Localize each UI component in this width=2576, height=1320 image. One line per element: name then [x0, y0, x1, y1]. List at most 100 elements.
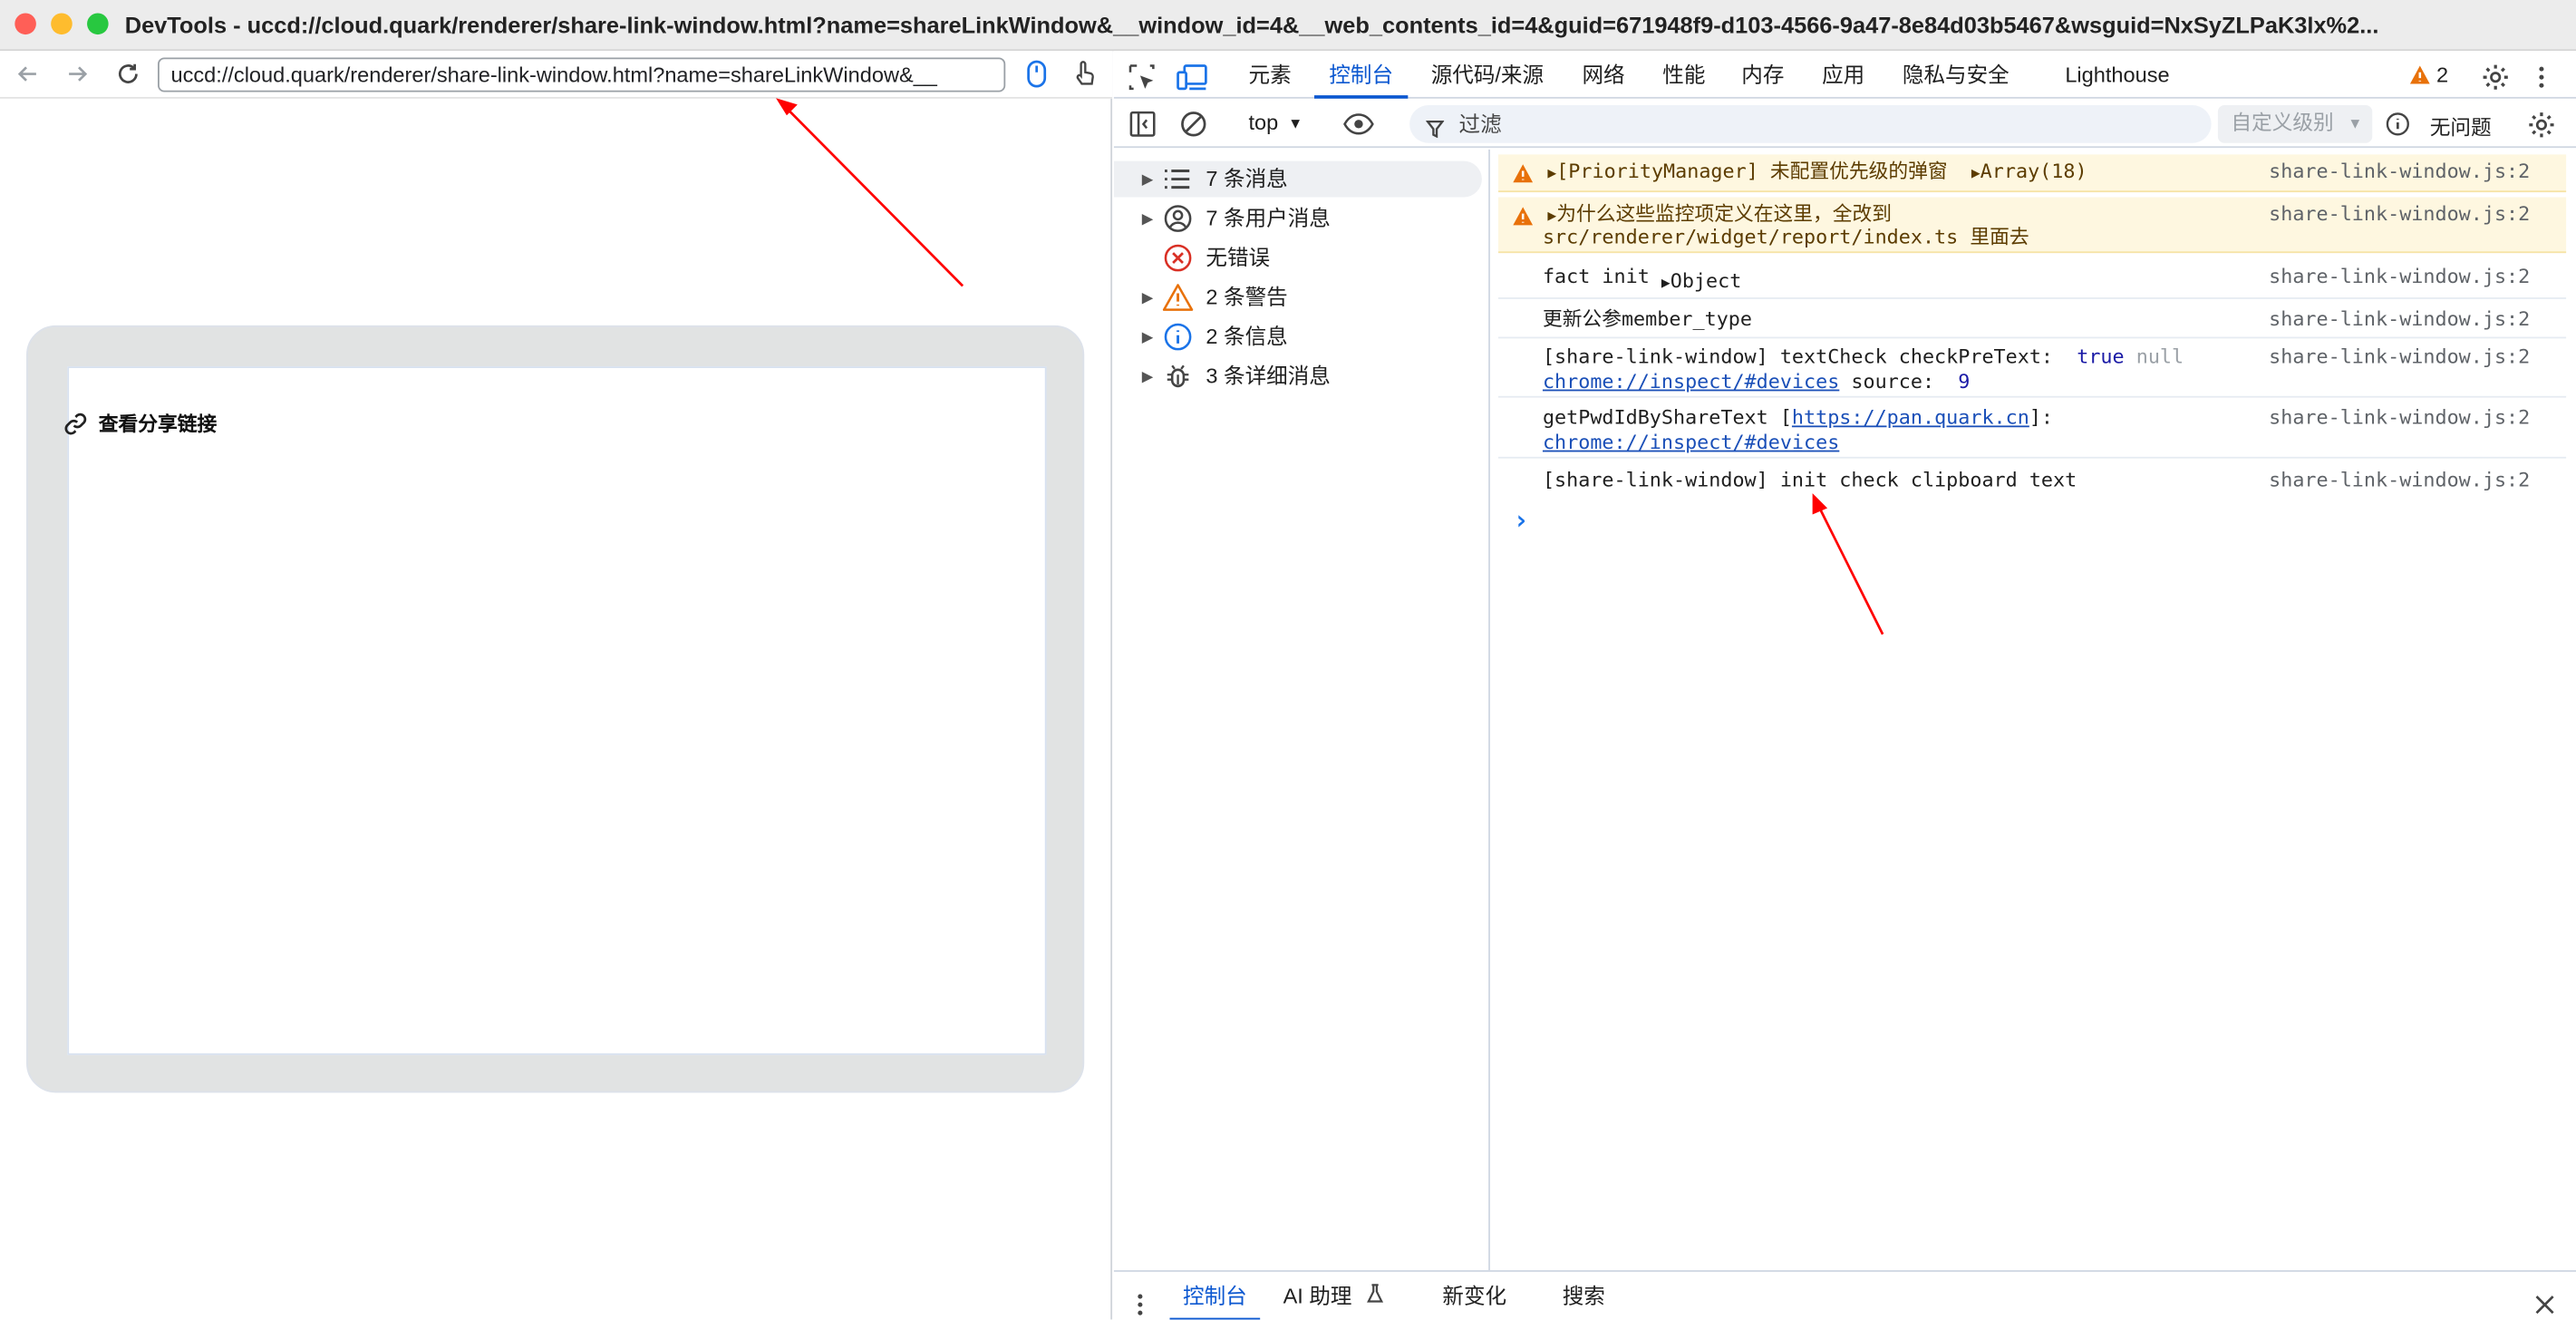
expand-arrow-icon[interactable]: ▶ [1142, 279, 1154, 315]
console-message-warning[interactable]: ▶[PriorityManager] 未配置优先级的弹窗 ▶Array(18) … [1498, 154, 2567, 193]
drawer-menu-button[interactable] [1137, 1285, 1143, 1315]
reload-icon [119, 63, 138, 83]
drawer-tab-search[interactable]: 搜索 [1563, 1272, 1605, 1320]
drawer-tab-console[interactable]: 控制台 [1169, 1272, 1261, 1320]
console-message-log[interactable]: [share-link-window] init check clipboard… [1498, 463, 2566, 500]
message-arg[interactable]: Array(18) [1980, 160, 2087, 182]
share-link-heading[interactable]: 查看分享链接 [63, 409, 217, 437]
warning-icon [2409, 65, 2430, 84]
message-value: null [2135, 345, 2184, 368]
drawer-tab-ai-assistant[interactable]: AI 助理 [1283, 1272, 1385, 1320]
tab-memory[interactable]: 内存 [1741, 51, 1784, 99]
message-source-link[interactable]: share-link-window.js:2 [2269, 202, 2530, 225]
message-text: fact init [1542, 264, 1650, 288]
console-message-log[interactable]: getPwdIdByShareText [https://pan.quark.c… [1498, 401, 2567, 459]
expand-arrow-icon[interactable]: ▶ [1142, 161, 1154, 198]
message-text: ]: [2029, 405, 2054, 430]
message-text: 为什么这些监控项定义在这里，全改到 [1556, 201, 1892, 226]
clear-console-button[interactable] [1179, 110, 1207, 146]
touch-mode-button[interactable] [1066, 56, 1102, 92]
device-toolbar-button[interactable] [1177, 61, 1209, 91]
message-source-link[interactable]: share-link-window.js:2 [2269, 345, 2530, 368]
tab-console[interactable]: 控制台 [1314, 51, 1409, 99]
close-drawer-button[interactable] [2533, 1285, 2556, 1315]
drawer-tab-label: AI 助理 [1283, 1283, 1352, 1308]
sidebar-toggle-icon [1129, 111, 1156, 137]
context-selector[interactable]: top ▼ [1249, 110, 1303, 134]
message-text: getPwdIdByShareText [ [1542, 405, 1792, 430]
show-sidebar-button[interactable] [1128, 110, 1157, 146]
console-message-log[interactable]: 更新公参member_type share-link-window.js:2 [1498, 303, 2567, 339]
inspect-element-button[interactable] [1127, 61, 1157, 91]
filter-input[interactable]: 过滤 [1409, 105, 2212, 143]
console-message-log[interactable]: fact init ▶Object share-link-window.js:2 [1498, 259, 2567, 299]
tab-sources[interactable]: 源代码/来源 [1431, 51, 1544, 99]
sidebar-item-user-messages[interactable]: ▶ 7 条用户消息 [1114, 200, 1482, 237]
sidebar-item-verbose[interactable]: ▶ 3 条详细消息 [1114, 358, 1482, 394]
message-text: [share-link-window] textCheck checkPreTe… [1542, 345, 2054, 368]
issues-label[interactable]: 无问题 [2430, 110, 2492, 141]
message-source-link[interactable]: share-link-window.js:2 [2269, 265, 2530, 287]
gear-icon [2483, 64, 2508, 90]
tab-application[interactable]: 应用 [1822, 51, 1864, 99]
message-link[interactable]: chrome://inspect/#devices [1543, 370, 1839, 393]
message-text: 更新公参member_type [1542, 306, 1753, 331]
log-level-select[interactable]: 自定义级别 ▼ [2217, 105, 2373, 143]
url-input[interactable]: uccd://cloud.quark/renderer/share-link-w… [158, 57, 1006, 92]
console-settings-button[interactable] [2527, 110, 2557, 148]
sidebar-item-errors[interactable]: 无错误 [1114, 240, 1482, 277]
sidebar-item-label: 3 条详细消息 [1206, 363, 1331, 388]
tab-network[interactable]: 网络 [1582, 51, 1624, 99]
vertical-dots-icon [1138, 1294, 1143, 1315]
screen: DevTools - uccd://cloud.quark/renderer/s… [0, 0, 2576, 1320]
page-toolbar: uccd://cloud.quark/renderer/share-link-w… [0, 51, 1113, 99]
message-link[interactable]: chrome://inspect/#devices [1543, 431, 1839, 453]
expand-arrow-icon[interactable]: ▶ [1142, 319, 1154, 355]
sidebar-item-messages[interactable]: ▶ 7 条消息 [1113, 160, 1482, 198]
reload-button[interactable] [110, 56, 146, 92]
flask-icon [1366, 1284, 1383, 1303]
info-icon [1164, 323, 1192, 351]
live-expression-button[interactable] [1342, 110, 1375, 146]
close-window-button[interactable] [15, 13, 36, 35]
message-link[interactable]: https://pan.quark.cn [1792, 406, 2029, 429]
issues-counter[interactable]: 2 [2408, 51, 2448, 99]
forward-button[interactable] [59, 56, 95, 92]
error-icon [1164, 244, 1192, 272]
console-prompt[interactable]: › [1513, 504, 1528, 535]
warning-icon [1513, 207, 1534, 226]
expand-arrow-icon[interactable]: ▶ [1142, 358, 1154, 394]
more-options-button[interactable] [2537, 61, 2547, 91]
expand-arrow-icon[interactable]: ▶ [1142, 200, 1154, 237]
info-icon[interactable] [2386, 112, 2410, 144]
window-title: DevTools - uccd://cloud.quark/renderer/s… [124, 11, 2379, 38]
message-source-link[interactable]: share-link-window.js:2 [2269, 469, 2530, 491]
message-source-link[interactable]: share-link-window.js:2 [2269, 406, 2530, 429]
tab-performance[interactable]: 性能 [1662, 51, 1705, 99]
close-icon [2535, 1296, 2554, 1315]
devtools-tabbar: 元素 控制台 源代码/来源 网络 性能 内存 应用 隐私与安全 Lighthou… [1113, 51, 2576, 99]
bug-icon [1167, 364, 1189, 388]
minimize-window-button[interactable] [51, 13, 73, 35]
expand-arrow-icon[interactable]: ▶ [1661, 277, 1671, 293]
tab-privacy-security[interactable]: 隐私与安全 [1903, 51, 2009, 99]
mouse-mode-button[interactable] [1019, 56, 1055, 92]
sidebar-item-info[interactable]: ▶ 2 条信息 [1114, 319, 1482, 355]
drawer-tab-whats-new[interactable]: 新变化 [1442, 1272, 1506, 1320]
device-toggle-icon [1177, 64, 1207, 91]
share-link-heading-label: 查看分享链接 [98, 412, 218, 436]
window-titlebar: DevTools - uccd://cloud.quark/renderer/s… [0, 0, 2576, 52]
sidebar-item-warnings[interactable]: ▶ 2 条警告 [1114, 279, 1482, 315]
maximize-window-button[interactable] [87, 13, 109, 35]
console-message-log[interactable]: [share-link-window] textCheck checkPreTe… [1498, 340, 2567, 398]
settings-button[interactable] [2481, 61, 2511, 91]
tab-elements[interactable]: 元素 [1249, 51, 1292, 99]
message-arg[interactable]: Object [1671, 269, 1742, 292]
message-source-link[interactable]: share-link-window.js:2 [2269, 307, 2530, 330]
message-text: source: [1851, 369, 1935, 393]
sidebar-item-label: 2 条警告 [1206, 284, 1288, 309]
tab-lighthouse[interactable]: Lighthouse [2065, 51, 2169, 99]
console-message-warning[interactable]: ▶为什么这些监控项定义在这里，全改到 src/renderer/widget/r… [1498, 197, 2567, 254]
back-button[interactable] [10, 56, 46, 92]
message-source-link[interactable]: share-link-window.js:2 [2269, 160, 2530, 182]
